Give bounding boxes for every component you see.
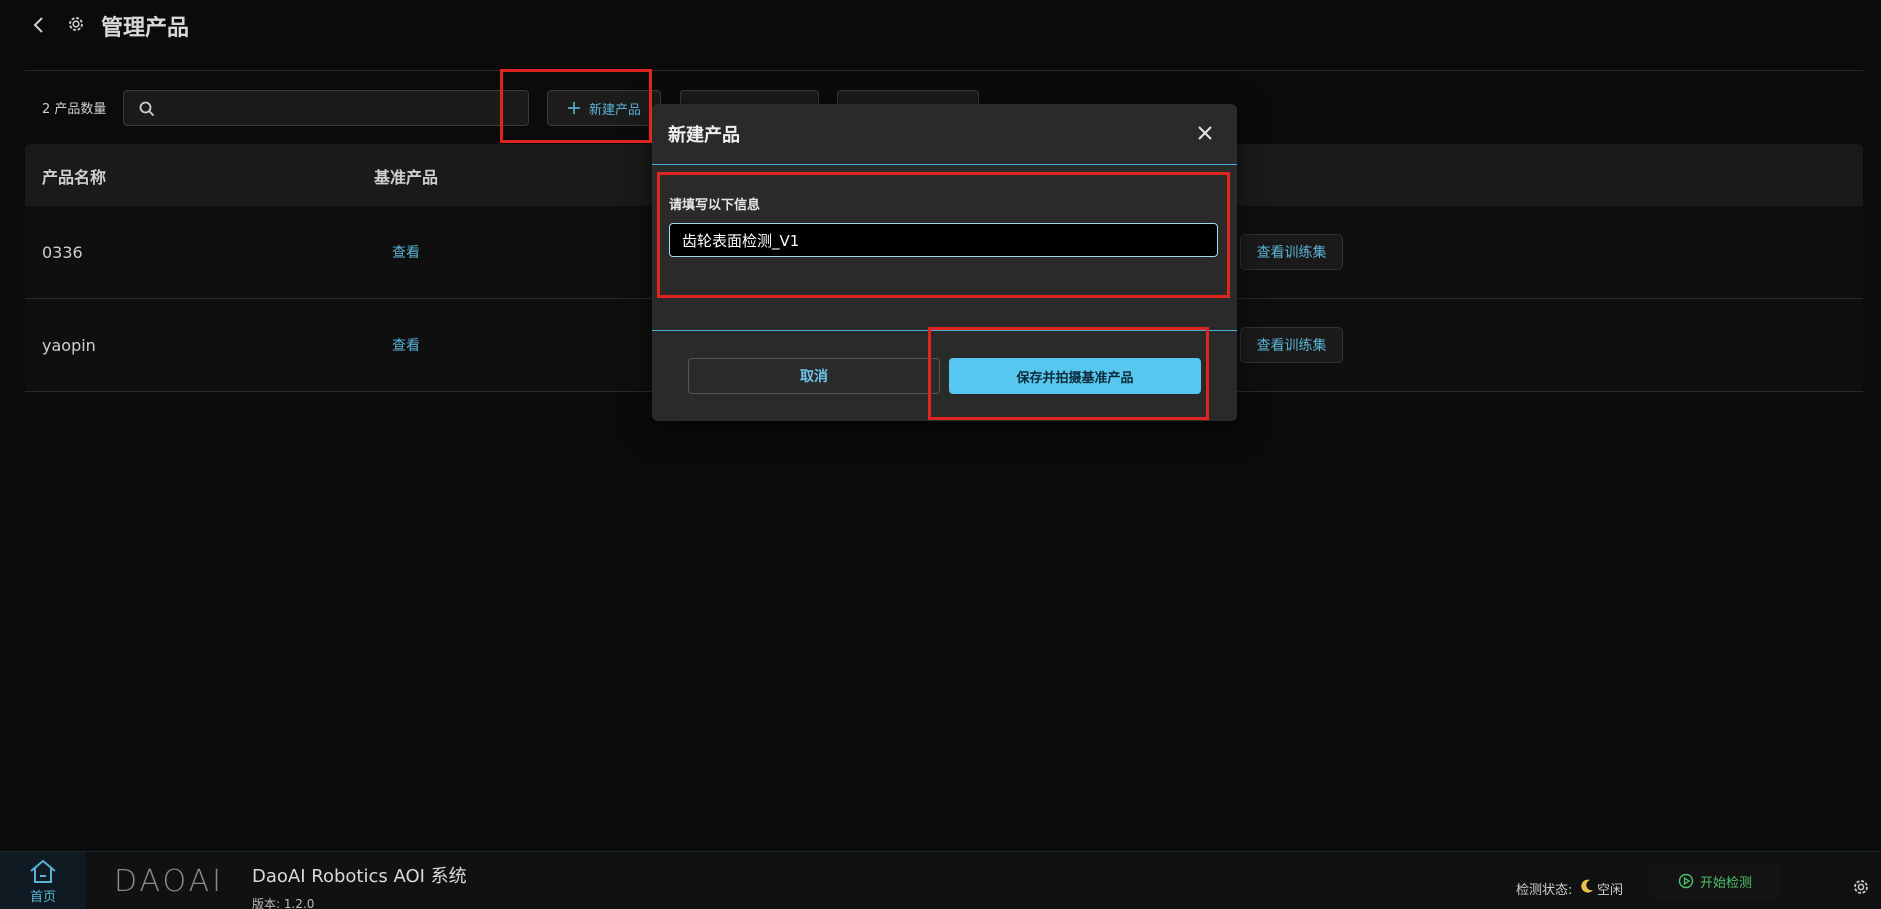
version-label: 版本: 1.2.0	[252, 897, 315, 909]
logo: DAOAI	[104, 852, 234, 909]
chevron-left-icon	[33, 17, 43, 33]
view-training-set-button[interactable]: 查看训练集	[1240, 234, 1343, 270]
view-reference-link[interactable]: 查看	[392, 335, 420, 355]
logo-text: DAOAI	[113, 863, 225, 899]
new-product-dialog: 新建产品 请填写以下信息 取消 保存并拍摄基准产品	[652, 104, 1237, 421]
home-icon	[30, 859, 56, 883]
dialog-title: 新建产品	[668, 125, 740, 146]
column-header-name: 产品名称	[42, 168, 107, 187]
view-reference-link[interactable]: 查看	[392, 242, 420, 262]
play-circle-icon	[1678, 873, 1694, 889]
search-icon	[139, 101, 155, 117]
save-and-capture-button[interactable]: 保存并拍摄基准产品	[949, 358, 1201, 394]
view-training-set-button[interactable]: 查看训练集	[1240, 327, 1343, 363]
product-name: 0336	[42, 243, 83, 262]
page-header: 管理产品	[0, 0, 1881, 50]
search-input[interactable]	[166, 91, 521, 125]
app-title: DaoAI Robotics AOI 系统	[252, 866, 467, 887]
form-label: 请填写以下信息	[669, 198, 761, 213]
plus-icon	[567, 102, 580, 114]
cancel-button[interactable]: 取消	[688, 358, 940, 394]
status-value: 空闲	[1597, 883, 1624, 898]
footer-bar: 首页 DAOAI DaoAI Robotics AOI 系统 版本: 1.2.0…	[0, 851, 1881, 909]
column-header-reference: 基准产品	[374, 168, 439, 187]
product-count: 2 产品数量	[42, 102, 107, 117]
home-label: 首页	[29, 889, 56, 905]
start-detection-label: 开始检测	[1699, 875, 1752, 891]
close-button[interactable]	[1192, 120, 1218, 146]
product-name: yaopin	[42, 336, 96, 355]
header-divider	[25, 70, 1863, 71]
start-detection-button[interactable]: 开始检测	[1650, 862, 1780, 900]
dialog-divider	[652, 164, 1237, 165]
page-title: 管理产品	[101, 16, 190, 41]
new-product-button[interactable]: 新建产品	[547, 90, 661, 126]
back-button[interactable]	[28, 12, 50, 38]
moon-icon	[1581, 879, 1593, 893]
gear-icon[interactable]	[1852, 878, 1870, 896]
gear-icon	[69, 17, 83, 31]
new-product-label: 新建产品	[588, 102, 641, 118]
home-tab[interactable]: 首页	[0, 852, 86, 909]
close-icon	[1198, 126, 1212, 140]
search-box[interactable]	[123, 90, 529, 126]
status-label: 检测状态:	[1516, 883, 1573, 898]
product-name-input[interactable]	[669, 223, 1218, 257]
dialog-divider	[652, 330, 1237, 331]
